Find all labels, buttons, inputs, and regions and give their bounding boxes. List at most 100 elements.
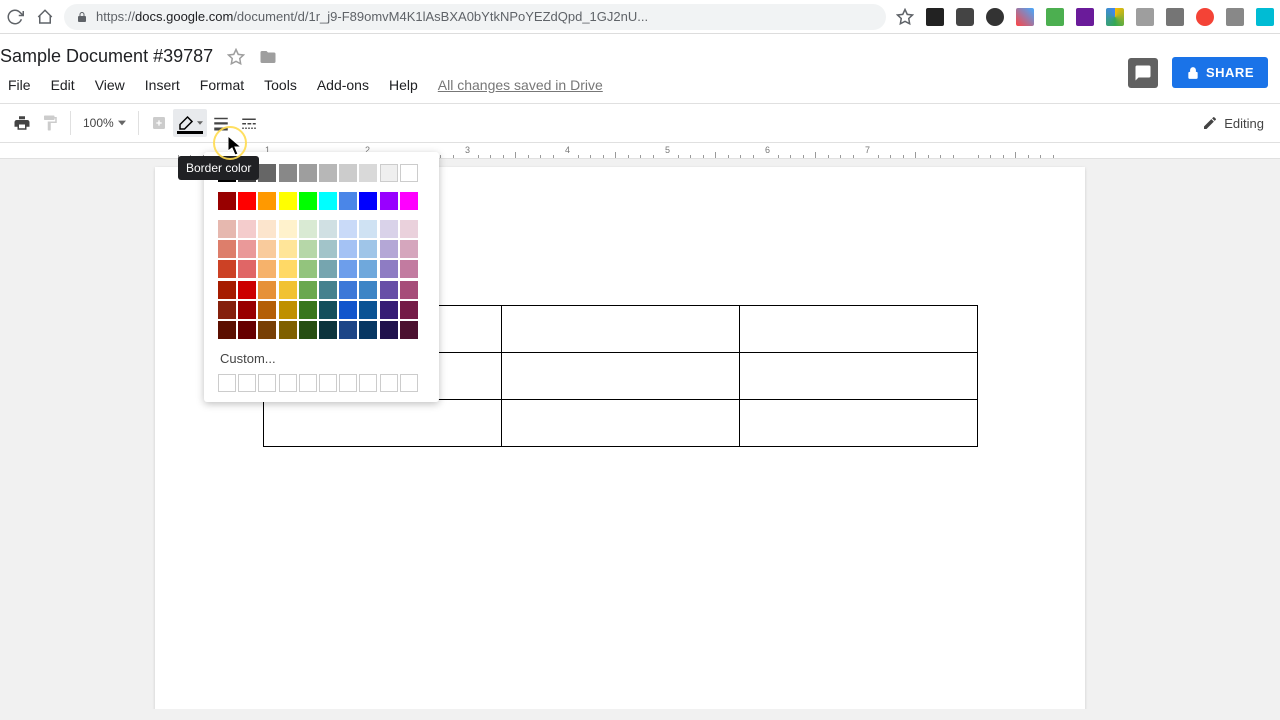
custom-color-button[interactable]: Custom... — [220, 351, 425, 366]
color-swatch[interactable] — [319, 164, 337, 182]
color-swatch[interactable] — [319, 260, 337, 278]
color-swatch[interactable] — [380, 260, 398, 278]
ext-icon-6[interactable] — [1076, 8, 1094, 26]
color-swatch[interactable] — [258, 301, 276, 319]
table-cell[interactable] — [740, 353, 978, 400]
color-swatch[interactable] — [238, 301, 256, 319]
color-swatch[interactable] — [238, 281, 256, 299]
color-swatch[interactable] — [359, 281, 377, 299]
color-swatch[interactable] — [380, 321, 398, 339]
color-swatch[interactable] — [339, 192, 357, 210]
share-button[interactable]: SHARE — [1172, 57, 1268, 88]
color-swatch[interactable] — [319, 321, 337, 339]
color-swatch[interactable] — [218, 301, 236, 319]
add-button[interactable] — [145, 109, 173, 137]
color-swatch[interactable] — [359, 301, 377, 319]
ext-icon-11[interactable] — [1226, 8, 1244, 26]
color-swatch[interactable] — [258, 321, 276, 339]
color-swatch[interactable] — [218, 321, 236, 339]
custom-color-slot[interactable] — [319, 374, 337, 392]
color-swatch[interactable] — [218, 240, 236, 258]
menu-addons[interactable]: Add-ons — [309, 73, 377, 97]
color-swatch[interactable] — [359, 164, 377, 182]
color-swatch[interactable] — [258, 281, 276, 299]
color-swatch[interactable] — [339, 260, 357, 278]
color-swatch[interactable] — [299, 260, 317, 278]
color-swatch[interactable] — [400, 281, 418, 299]
color-swatch[interactable] — [319, 301, 337, 319]
ext-icon-10[interactable] — [1196, 8, 1214, 26]
table-cell[interactable] — [740, 400, 978, 447]
menu-file[interactable]: File — [0, 73, 39, 97]
color-swatch[interactable] — [339, 240, 357, 258]
custom-color-slot[interactable] — [299, 374, 317, 392]
custom-color-slot[interactable] — [380, 374, 398, 392]
color-swatch[interactable] — [380, 240, 398, 258]
menu-help[interactable]: Help — [381, 73, 426, 97]
comments-button[interactable] — [1128, 58, 1158, 88]
ext-icon-9[interactable] — [1166, 8, 1184, 26]
menu-edit[interactable]: Edit — [43, 73, 83, 97]
color-swatch[interactable] — [299, 321, 317, 339]
color-swatch[interactable] — [279, 220, 297, 238]
ext-icon-12[interactable] — [1256, 8, 1274, 26]
color-swatch[interactable] — [299, 164, 317, 182]
color-swatch[interactable] — [299, 301, 317, 319]
color-swatch[interactable] — [258, 220, 276, 238]
bookmark-star-icon[interactable] — [896, 8, 914, 26]
paint-format-button[interactable] — [36, 109, 64, 137]
color-swatch[interactable] — [339, 164, 357, 182]
ext-icon-3[interactable] — [986, 8, 1004, 26]
color-swatch[interactable] — [359, 192, 377, 210]
color-swatch[interactable] — [400, 220, 418, 238]
color-swatch[interactable] — [319, 281, 337, 299]
color-swatch[interactable] — [339, 301, 357, 319]
color-swatch[interactable] — [400, 164, 418, 182]
menu-view[interactable]: View — [87, 73, 133, 97]
color-swatch[interactable] — [359, 321, 377, 339]
custom-color-slot[interactable] — [218, 374, 236, 392]
ext-icon-8[interactable] — [1136, 8, 1154, 26]
table-cell[interactable] — [740, 306, 978, 353]
color-swatch[interactable] — [339, 321, 357, 339]
custom-color-slot[interactable] — [279, 374, 297, 392]
color-swatch[interactable] — [380, 164, 398, 182]
color-swatch[interactable] — [400, 240, 418, 258]
color-swatch[interactable] — [238, 192, 256, 210]
color-swatch[interactable] — [319, 240, 337, 258]
color-swatch[interactable] — [279, 192, 297, 210]
ext-icon-7[interactable] — [1106, 8, 1124, 26]
color-swatch[interactable] — [400, 260, 418, 278]
color-swatch[interactable] — [279, 240, 297, 258]
color-swatch[interactable] — [299, 281, 317, 299]
menu-tools[interactable]: Tools — [256, 73, 305, 97]
table-cell[interactable] — [264, 400, 502, 447]
star-icon[interactable] — [227, 48, 245, 66]
custom-color-slot[interactable] — [339, 374, 357, 392]
color-swatch[interactable] — [279, 301, 297, 319]
menu-insert[interactable]: Insert — [137, 73, 188, 97]
color-swatch[interactable] — [218, 260, 236, 278]
color-swatch[interactable] — [359, 220, 377, 238]
custom-color-slot[interactable] — [359, 374, 377, 392]
table-cell[interactable] — [502, 400, 740, 447]
custom-color-slot[interactable] — [238, 374, 256, 392]
color-swatch[interactable] — [380, 281, 398, 299]
color-swatch[interactable] — [359, 240, 377, 258]
color-swatch[interactable] — [400, 192, 418, 210]
reload-icon[interactable] — [6, 8, 24, 26]
color-swatch[interactable] — [339, 281, 357, 299]
editing-mode-button[interactable]: Editing — [1194, 115, 1272, 131]
color-swatch[interactable] — [238, 321, 256, 339]
border-width-button[interactable] — [207, 109, 235, 137]
color-swatch[interactable] — [258, 164, 276, 182]
color-swatch[interactable] — [319, 192, 337, 210]
color-swatch[interactable] — [299, 220, 317, 238]
color-swatch[interactable] — [218, 281, 236, 299]
color-swatch[interactable] — [238, 220, 256, 238]
color-swatch[interactable] — [238, 240, 256, 258]
color-swatch[interactable] — [400, 321, 418, 339]
print-button[interactable] — [8, 109, 36, 137]
color-swatch[interactable] — [218, 220, 236, 238]
color-swatch[interactable] — [339, 220, 357, 238]
